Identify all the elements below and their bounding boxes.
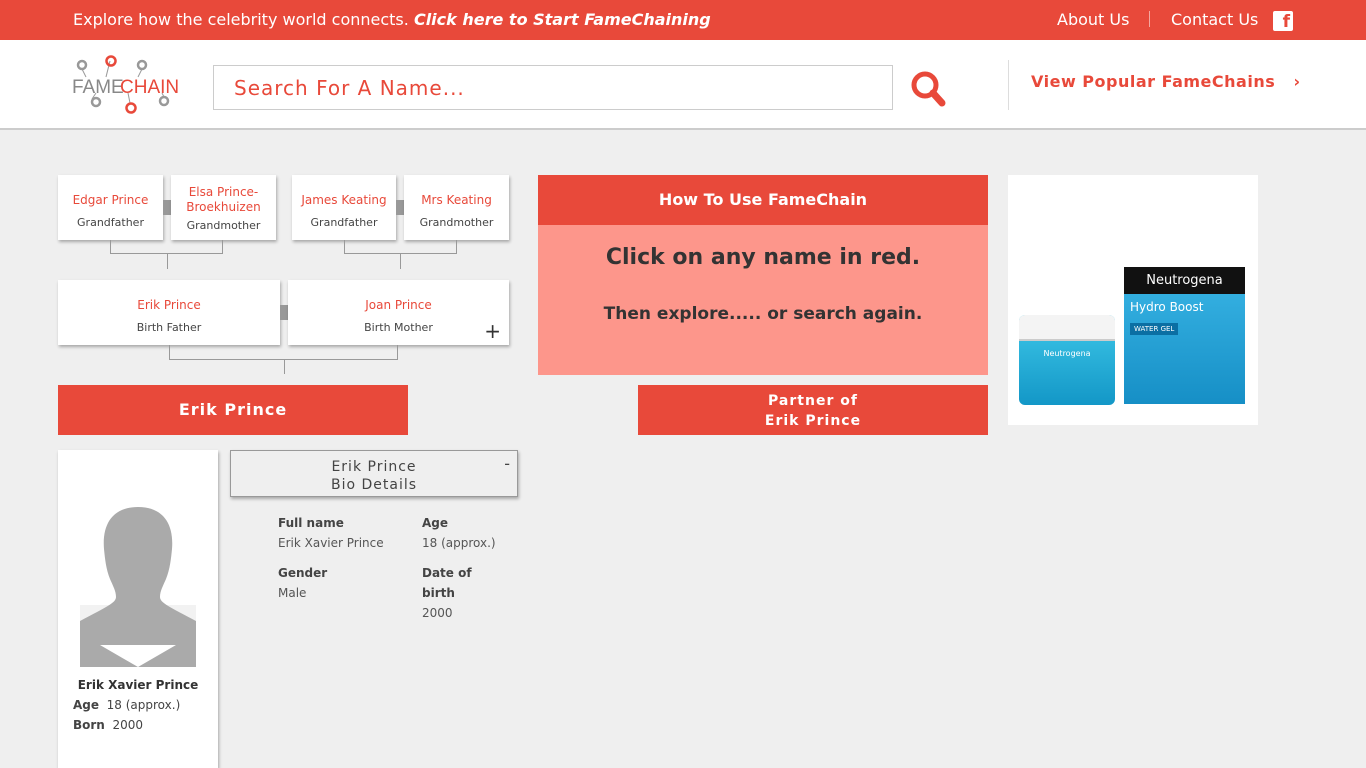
divider	[1008, 60, 1009, 110]
product-box: Neutrogena Hydro Boost WATER GEL	[1124, 267, 1245, 404]
advertisement[interactable]: Neutrogena Neutrogena Hydro Boost WATER …	[1008, 175, 1258, 425]
tree-card-grandfather[interactable]: James Keating Grandfather	[292, 175, 396, 240]
tree-line	[110, 240, 111, 254]
avatar-silhouette-icon	[80, 507, 196, 667]
bio-details-header[interactable]: Erik Prince Bio Details -	[230, 450, 518, 497]
connector	[396, 200, 404, 215]
profile-born: Born 2000	[73, 718, 144, 732]
partner-bar[interactable]: Partner of Erik Prince	[638, 385, 988, 435]
tree-card-grandmother[interactable]: Elsa Prince-Broekhuizen Grandmother	[171, 175, 276, 240]
how-to-line2: Then explore..... or search again.	[603, 304, 923, 324]
tree-card-grandfather[interactable]: Edgar Prince Grandfather	[58, 175, 163, 240]
promo-banner[interactable]: Explore how the celebrity world connects…	[73, 10, 711, 29]
tree-line	[167, 253, 168, 269]
bio-gender: Gender Male	[278, 566, 328, 600]
bio-dob: Date of birth 2000	[422, 566, 472, 620]
tree-card-father[interactable]: Erik Prince Birth Father	[58, 280, 280, 345]
tree-card-grandmother[interactable]: Mrs Keating Grandmother	[404, 175, 509, 240]
top-bar: Explore how the celebrity world connects…	[0, 0, 1366, 40]
start-famechaining-link[interactable]: Click here to Start FameChaining	[414, 10, 711, 29]
tree-line	[456, 240, 457, 254]
chevron-right-icon: ›	[1293, 72, 1301, 91]
how-to-title: How To Use FameChain	[538, 175, 988, 225]
facebook-icon[interactable]: f	[1273, 11, 1293, 32]
tree-line	[284, 359, 285, 374]
svg-text:CHAIN: CHAIN	[120, 77, 179, 98]
connector	[280, 305, 288, 320]
profile-age: Age 18 (approx.)	[73, 698, 181, 712]
how-to-panel: Click on any name in red. Then explore..…	[538, 225, 988, 375]
tree-line	[222, 240, 223, 254]
profile-name: Erik Xavier Prince	[77, 678, 199, 692]
tree-line	[344, 240, 345, 254]
collapse-toggle-icon[interactable]: -	[504, 455, 511, 473]
subject-name-bar[interactable]: Erik Prince	[58, 385, 408, 435]
contact-us-link[interactable]: Contact Us	[1171, 10, 1258, 29]
tree-line	[397, 345, 398, 359]
bio-age: Age 18 (approx.)	[422, 516, 496, 550]
about-us-link[interactable]: About Us	[1057, 10, 1129, 29]
search-icon[interactable]	[910, 70, 946, 108]
search-input[interactable]	[213, 65, 893, 110]
profile-card: Erik Xavier Prince Age 18 (approx.) Born…	[58, 450, 218, 768]
bio-full-name: Full name Erik Xavier Prince	[278, 516, 384, 550]
how-to-line1: Click on any name in red.	[605, 245, 921, 270]
expand-plus-icon[interactable]: +	[484, 319, 501, 343]
logo-text: FAME	[72, 77, 124, 98]
famechain-logo[interactable]: FAME CHAIN	[72, 55, 182, 115]
view-popular-famechains-link[interactable]: View Popular FameChains ›	[1031, 72, 1301, 91]
divider	[1149, 11, 1150, 27]
tree-card-mother[interactable]: Joan Prince Birth Mother +	[288, 280, 509, 345]
product-jar: Neutrogena	[1019, 315, 1115, 405]
promo-text: Explore how the celebrity world connects…	[73, 10, 409, 29]
tree-line	[169, 345, 170, 359]
connector	[163, 200, 171, 215]
tree-line	[400, 253, 401, 269]
